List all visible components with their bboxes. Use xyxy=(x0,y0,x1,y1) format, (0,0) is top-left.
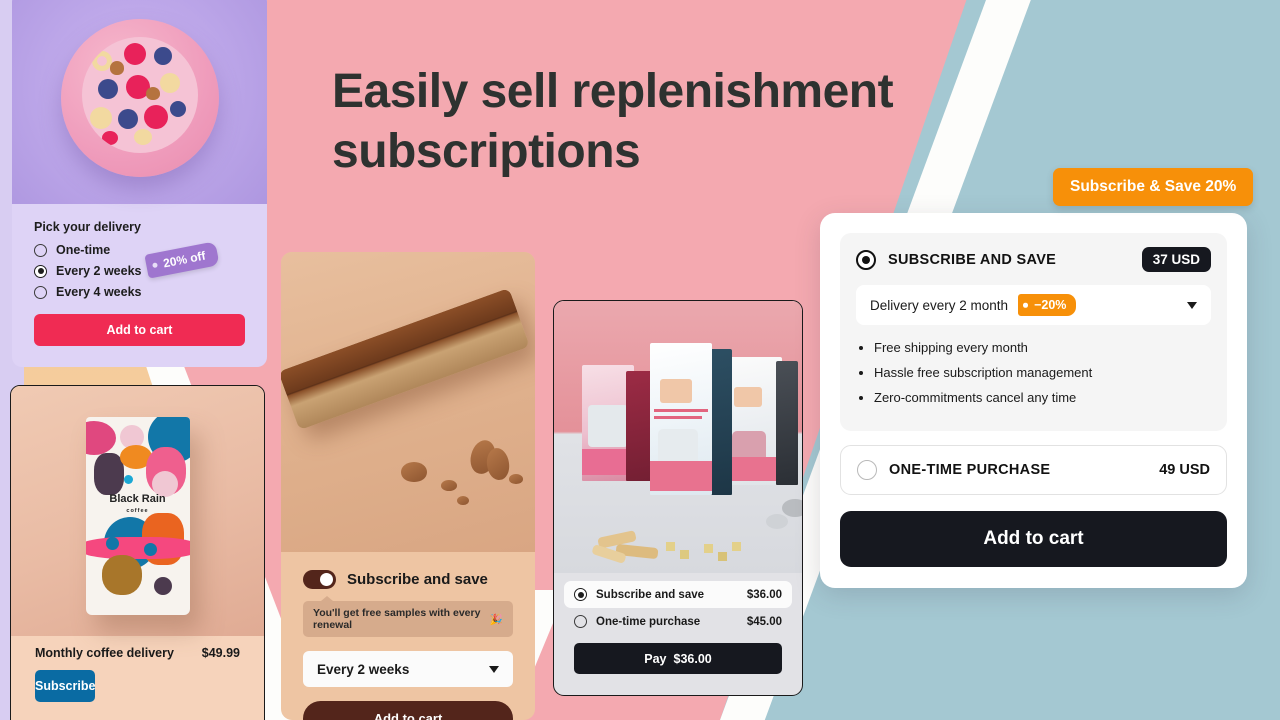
card-main-subscription-widget: SUBSCRIBE AND SAVE 37 USD Delivery every… xyxy=(820,213,1247,588)
chocolate-frequency-select[interactable]: Every 2 weeks xyxy=(303,651,513,687)
kibble-shape xyxy=(704,544,713,553)
coffee-bag-subtitle: coffee xyxy=(126,508,149,514)
coffee-subscribe-button[interactable]: Subscribe xyxy=(35,670,96,702)
almond-crumb xyxy=(441,480,457,491)
one-time-price: 49 USD xyxy=(1159,461,1210,478)
cereal-option-label: Every 2 weeks xyxy=(56,264,142,278)
almond-crumb xyxy=(457,496,469,505)
chocolate-tooltip-text: You'll get free samples with every renew… xyxy=(313,607,481,631)
chocolate-toggle-label: Subscribe and save xyxy=(347,571,488,588)
dogfood-pay-amount: $36.00 xyxy=(673,651,712,666)
pebble-shape xyxy=(782,499,802,517)
coffee-product-row: Monthly coffee delivery $49.99 xyxy=(11,636,264,660)
radio-selected-icon[interactable] xyxy=(34,264,47,278)
dogfood-bag-right-side xyxy=(776,361,798,485)
dogfood-pay-button[interactable]: Pay $36.00 xyxy=(574,643,782,674)
cereal-bowl-shape xyxy=(60,19,219,177)
subscribe-price-badge: 37 USD xyxy=(1141,247,1211,272)
benefit-item: Zero-commitments cancel any time xyxy=(874,389,1211,407)
cereal-option-every-2-weeks[interactable]: Every 2 weeks 20% off xyxy=(34,241,245,279)
coffee-product-name: Monthly coffee delivery xyxy=(35,646,174,660)
dogfood-option-label: One-time purchase xyxy=(596,615,701,628)
subscription-benefits-list: Free shipping every month Hassle free su… xyxy=(874,339,1211,408)
kibble-shape xyxy=(666,542,675,551)
kibble-shape xyxy=(718,552,727,561)
toggle-switch[interactable] xyxy=(303,570,336,589)
almond-shape xyxy=(484,446,512,482)
chocolate-product-image xyxy=(281,252,535,552)
subscribe-option-title: SUBSCRIBE AND SAVE xyxy=(888,251,1057,268)
dogfood-pay-label: Pay xyxy=(644,651,667,666)
radio-icon[interactable] xyxy=(857,459,877,480)
coffee-product-image: Black Rain coffee xyxy=(11,386,264,636)
card-cereal: Pick your delivery One-time Every 2 week… xyxy=(12,0,267,367)
chocolate-tooltip: You'll get free samples with every renew… xyxy=(303,596,513,637)
radio-selected-icon[interactable] xyxy=(574,588,587,601)
subscribe-save-ribbon: Subscribe & Save 20% xyxy=(1053,168,1254,206)
kibble-shape xyxy=(732,542,741,551)
coffee-bag-shape: Black Rain coffee xyxy=(85,417,190,615)
chocolate-bar-shape xyxy=(281,288,530,431)
radio-icon[interactable] xyxy=(34,285,47,299)
promo-banner: Easily sell replenishment subscriptions xyxy=(0,0,1280,720)
dogfood-option-price: $45.00 xyxy=(746,615,782,628)
delivery-frequency-select[interactable]: Delivery every 2 month −20% xyxy=(856,285,1211,325)
coffee-bag-brand: Black Rain xyxy=(109,493,166,505)
chocolate-bar-top xyxy=(281,288,517,395)
almond-crumb xyxy=(509,474,523,484)
kibble-shape xyxy=(680,550,689,559)
cereal-add-to-cart-button[interactable]: Add to cart xyxy=(34,314,245,346)
subscribe-and-save-header[interactable]: SUBSCRIBE AND SAVE 37 USD xyxy=(856,247,1211,272)
dogfood-option-label: Subscribe and save xyxy=(596,588,705,601)
coffee-product-price: $49.99 xyxy=(201,646,240,660)
delivery-discount-tag: −20% xyxy=(1018,294,1077,316)
dogfood-option-one-time[interactable]: One-time purchase $45.00 xyxy=(564,608,792,635)
one-time-purchase-section[interactable]: ONE-TIME PURCHASE 49 USD xyxy=(840,444,1227,495)
subscribe-and-save-section[interactable]: SUBSCRIBE AND SAVE 37 USD Delivery every… xyxy=(840,233,1227,431)
card-coffee: Black Rain coffee Monthly coffee deliver… xyxy=(10,385,265,720)
chocolate-frequency-value: Every 2 weeks xyxy=(317,661,410,677)
chocolate-subscribe-toggle-row[interactable]: Subscribe and save xyxy=(281,552,535,589)
cereal-card-title: Pick your delivery xyxy=(34,220,142,234)
dogfood-option-price: $36.00 xyxy=(746,588,782,601)
cereal-product-image xyxy=(12,0,267,204)
chocolate-add-to-cart-button[interactable]: Add to cart xyxy=(303,701,513,720)
dogfood-option-subscribe[interactable]: Subscribe and save $36.00 xyxy=(564,581,792,608)
benefit-item: Hassle free subscription management xyxy=(874,364,1211,382)
dogfood-bag-left-side xyxy=(626,371,652,481)
page-title: Easily sell replenishment subscriptions xyxy=(332,65,894,178)
radio-icon[interactable] xyxy=(34,243,47,257)
dogfood-bag-right xyxy=(726,357,782,485)
almond-shape xyxy=(401,462,427,482)
cereal-bowl-contents xyxy=(81,36,198,153)
party-popper-icon: 🎉 xyxy=(489,613,503,626)
main-add-to-cart-button[interactable]: Add to cart xyxy=(840,510,1227,567)
dogfood-product-image xyxy=(554,301,802,573)
benefit-item: Free shipping every month xyxy=(874,339,1211,357)
chevron-down-icon[interactable] xyxy=(489,665,499,673)
card-chocolate: Subscribe and save You'll get free sampl… xyxy=(281,252,535,720)
delivery-frequency-value: Delivery every 2 month xyxy=(870,297,1009,313)
radio-icon[interactable] xyxy=(574,615,587,628)
cereal-option-label: Every 4 weeks xyxy=(56,285,142,299)
dogfood-bag-center xyxy=(650,343,712,495)
cereal-option-every-4-weeks[interactable]: Every 4 weeks xyxy=(34,285,245,299)
chevron-down-icon[interactable] xyxy=(1187,301,1197,309)
cereal-option-label: One-time xyxy=(56,243,111,257)
radio-selected-icon[interactable] xyxy=(856,249,876,270)
card-dogfood: Subscribe and save $36.00 One-time purch… xyxy=(553,300,803,696)
one-time-option-title: ONE-TIME PURCHASE xyxy=(889,461,1051,478)
pebble-shape xyxy=(766,514,788,529)
